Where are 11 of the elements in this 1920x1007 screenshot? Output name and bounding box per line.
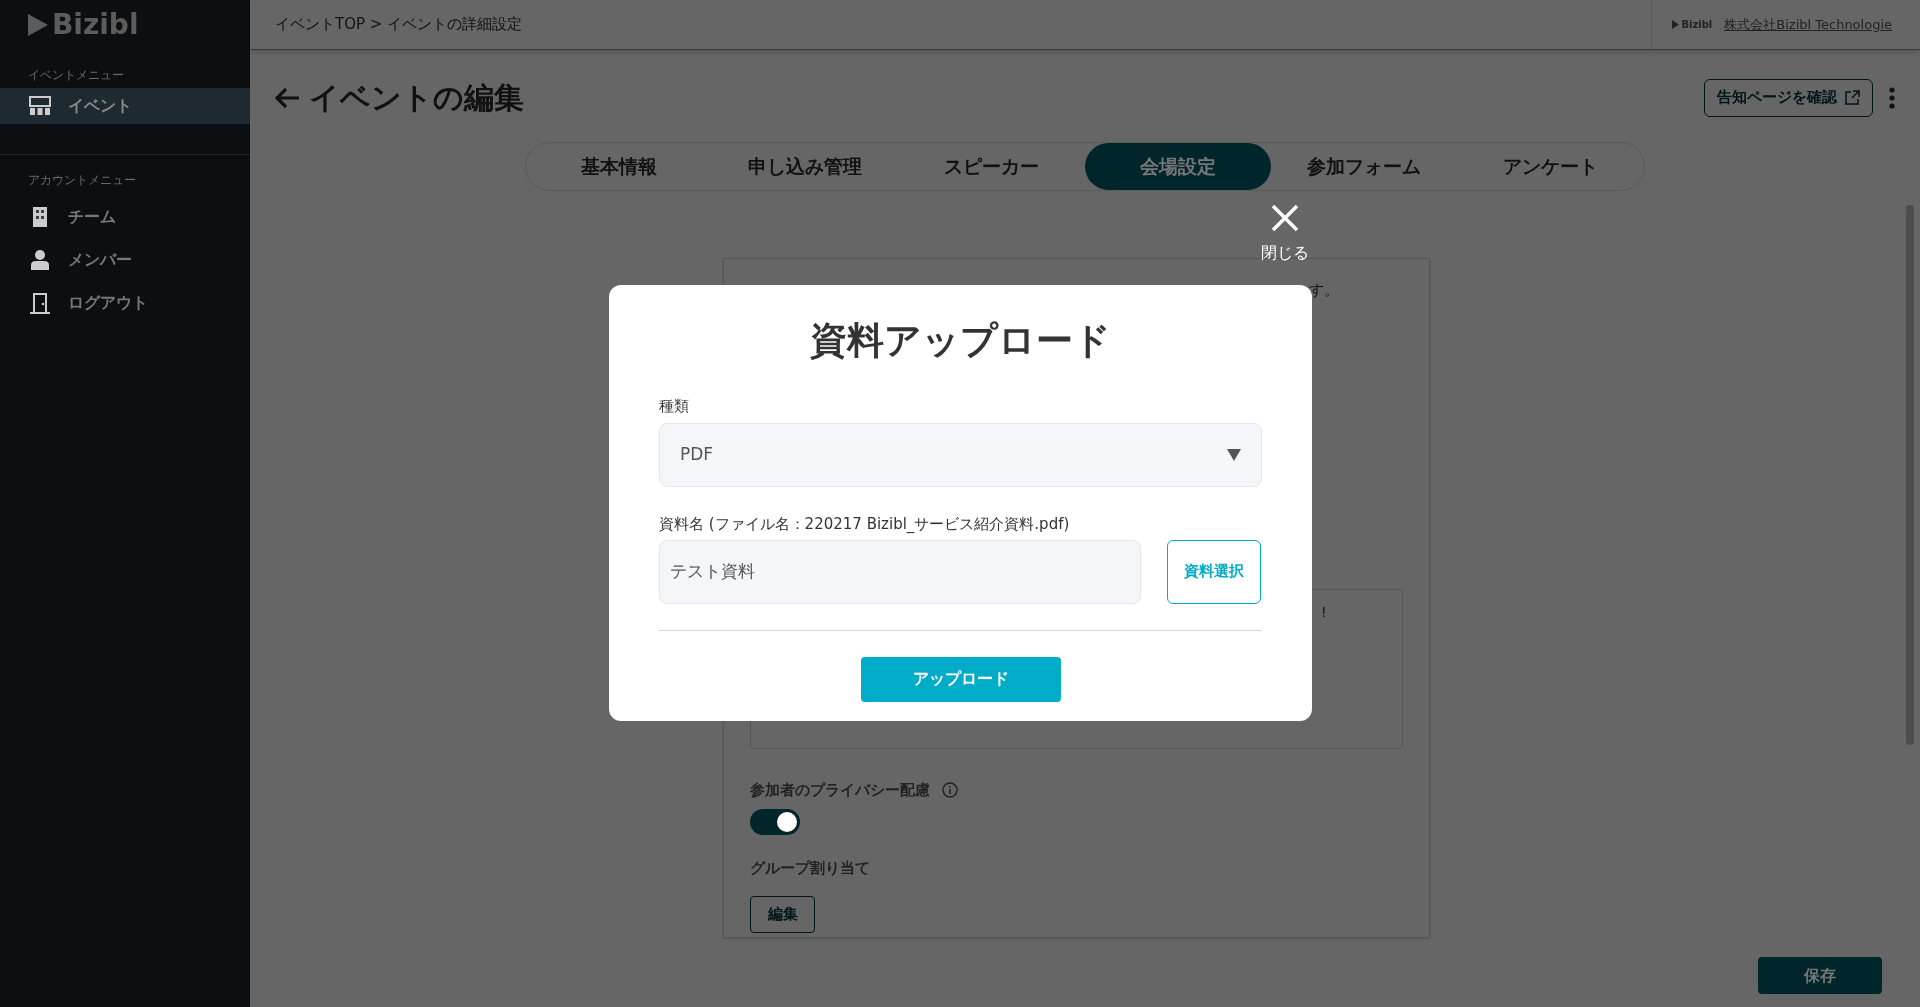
field-label: グループ割り当て [750,858,871,879]
field-label: 種類 [659,395,690,417]
page-title: イベントの編集 [309,79,524,117]
field-label: 参加者のプライバシー配慮 [750,779,930,801]
dialog-title: 資料アップロード [809,318,1112,364]
company-logo: Bizibl [1672,17,1713,32]
menu-heading: アカウントメニュー [28,173,136,187]
menu-heading: イベントメニュー [28,68,124,82]
breadcrumb: イベントTOP > イベントの詳細設定 [275,14,523,36]
field-label: 資料名 (ファイル名：220217 Bizibl_サービス紹介資料.pdf) [659,514,1071,535]
description-text: す。 [1309,280,1339,301]
